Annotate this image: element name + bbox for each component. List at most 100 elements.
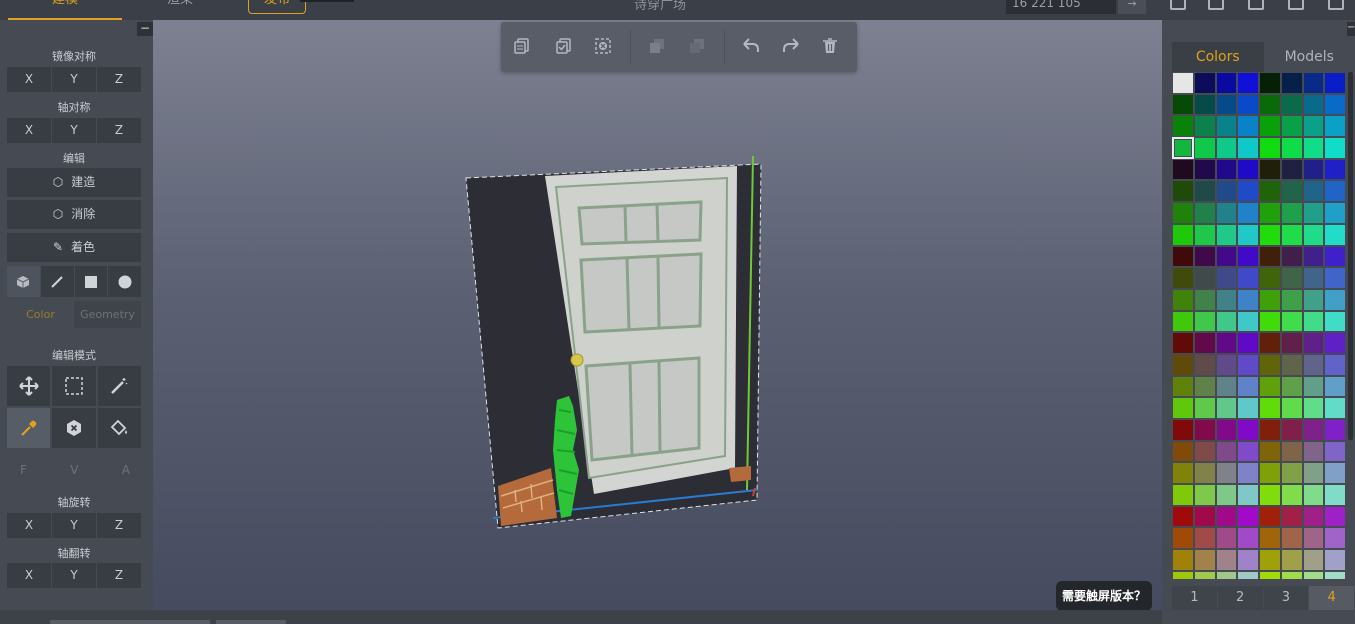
- color-swatch[interactable]: [1302, 310, 1325, 333]
- color-swatch[interactable]: [1280, 72, 1303, 94]
- color-swatch[interactable]: [1172, 202, 1194, 224]
- color-swatch[interactable]: [1259, 288, 1281, 311]
- color-swatch[interactable]: [1172, 549, 1194, 571]
- color-swatch[interactable]: [1172, 288, 1194, 311]
- color-swatch[interactable]: [1259, 202, 1281, 224]
- color-swatch[interactable]: [1280, 267, 1303, 289]
- flip-y-button[interactable]: Y: [52, 563, 97, 588]
- color-swatch[interactable]: [1324, 484, 1346, 506]
- group-button[interactable]: [648, 37, 666, 55]
- color-swatch[interactable]: [1237, 332, 1259, 354]
- paste-button[interactable]: [555, 37, 573, 55]
- color-swatch[interactable]: [1237, 484, 1259, 506]
- color-swatch[interactable]: [1324, 288, 1346, 311]
- color-swatch[interactable]: [1215, 419, 1238, 441]
- color-swatch[interactable]: [1237, 375, 1259, 398]
- color-swatch[interactable]: [1172, 375, 1194, 398]
- color-swatch[interactable]: [1172, 505, 1194, 528]
- color-swatch[interactable]: [1193, 223, 1216, 246]
- mirror-y-button[interactable]: Y: [52, 67, 97, 92]
- color-swatch[interactable]: [1193, 440, 1216, 463]
- color-swatch[interactable]: [1259, 570, 1281, 579]
- color-swatch[interactable]: [1302, 158, 1325, 181]
- color-swatch[interactable]: [1280, 353, 1303, 376]
- color-swatch[interactable]: [1280, 137, 1303, 159]
- color-swatch[interactable]: [1302, 93, 1325, 116]
- color-swatch[interactable]: [1172, 223, 1194, 246]
- save-icon[interactable]: [1208, 0, 1224, 10]
- color-swatch[interactable]: [1324, 310, 1346, 333]
- color-swatch[interactable]: [1324, 440, 1346, 463]
- color-swatch[interactable]: [1215, 570, 1238, 579]
- tab-build[interactable]: 建模: [8, 0, 122, 20]
- color-swatch[interactable]: [1302, 505, 1325, 528]
- color-swatch[interactable]: [1172, 115, 1194, 138]
- tab-colors[interactable]: Colors: [1172, 42, 1264, 72]
- color-swatch[interactable]: [1259, 549, 1281, 571]
- color-swatch[interactable]: [1259, 72, 1281, 94]
- color-swatch[interactable]: [1215, 462, 1238, 485]
- rotate-y-button[interactable]: Y: [52, 513, 97, 538]
- color-swatch[interactable]: [1237, 288, 1259, 311]
- axis-sym-z-button[interactable]: Z: [97, 118, 141, 143]
- color-swatch[interactable]: [1172, 397, 1194, 419]
- color-swatch[interactable]: [1259, 375, 1281, 398]
- color-swatch[interactable]: [1259, 158, 1281, 181]
- color-swatch[interactable]: [1324, 462, 1346, 485]
- color-swatch[interactable]: [1193, 527, 1216, 550]
- color-swatch[interactable]: [1280, 440, 1303, 463]
- color-swatch[interactable]: [1237, 137, 1259, 159]
- color-swatch[interactable]: [1193, 310, 1216, 333]
- color-swatch[interactable]: [1324, 267, 1346, 289]
- square-shape-button[interactable]: [75, 266, 109, 297]
- color-swatch[interactable]: [1302, 202, 1325, 224]
- color-swatch[interactable]: [1302, 419, 1325, 441]
- color-swatch[interactable]: [1193, 267, 1216, 289]
- voxel-door-model[interactable]: [461, 150, 771, 550]
- ungroup-button[interactable]: [688, 37, 706, 55]
- color-swatch[interactable]: [1237, 180, 1259, 203]
- color-swatch[interactable]: [1193, 462, 1216, 485]
- color-swatch[interactable]: [1237, 93, 1259, 116]
- color-swatch[interactable]: [1280, 93, 1303, 116]
- color-swatch[interactable]: [1259, 180, 1281, 203]
- color-swatch[interactable]: [1302, 267, 1325, 289]
- undo-button[interactable]: [742, 37, 760, 55]
- build-button[interactable]: ⬡ 建造: [7, 168, 141, 197]
- magic-wand-button[interactable]: [97, 366, 141, 406]
- color-swatch[interactable]: [1302, 72, 1325, 94]
- color-swatch[interactable]: [1259, 267, 1281, 289]
- sphere-shape-button[interactable]: [108, 266, 141, 297]
- color-swatch[interactable]: [1237, 462, 1259, 485]
- folder-icon[interactable]: [1248, 0, 1264, 10]
- color-swatch[interactable]: [1259, 93, 1281, 116]
- color-swatch[interactable]: [1280, 288, 1303, 311]
- color-swatch[interactable]: [1193, 353, 1216, 376]
- color-swatch[interactable]: [1280, 549, 1303, 571]
- color-swatch[interactable]: [1215, 440, 1238, 463]
- collapse-left-button[interactable]: −: [137, 22, 153, 36]
- color-swatch[interactable]: [1237, 223, 1259, 246]
- color-swatch[interactable]: [1280, 570, 1303, 579]
- color-swatch[interactable]: [1259, 353, 1281, 376]
- color-swatch[interactable]: [1215, 115, 1238, 138]
- color-swatch[interactable]: [1280, 310, 1303, 333]
- color-swatch[interactable]: [1280, 462, 1303, 485]
- color-swatch[interactable]: [1280, 158, 1303, 181]
- color-swatch[interactable]: [1237, 440, 1259, 463]
- color-swatch[interactable]: [1280, 223, 1303, 246]
- color-swatch[interactable]: [1215, 93, 1238, 116]
- color-swatch[interactable]: [1302, 353, 1325, 376]
- color-swatch[interactable]: [1215, 72, 1238, 94]
- page-2-button[interactable]: 2: [1217, 586, 1264, 610]
- flip-z-button[interactable]: Z: [97, 563, 141, 588]
- page-4-button[interactable]: 4: [1309, 586, 1355, 610]
- tab-render[interactable]: 渲染: [160, 0, 200, 20]
- vertex-toggle[interactable]: V: [70, 463, 78, 477]
- color-swatch[interactable]: [1302, 332, 1325, 354]
- color-swatch[interactable]: [1193, 570, 1216, 579]
- color-swatch[interactable]: [1259, 527, 1281, 550]
- color-swatch[interactable]: [1259, 397, 1281, 419]
- color-swatch[interactable]: [1324, 527, 1346, 550]
- color-swatch[interactable]: [1259, 462, 1281, 485]
